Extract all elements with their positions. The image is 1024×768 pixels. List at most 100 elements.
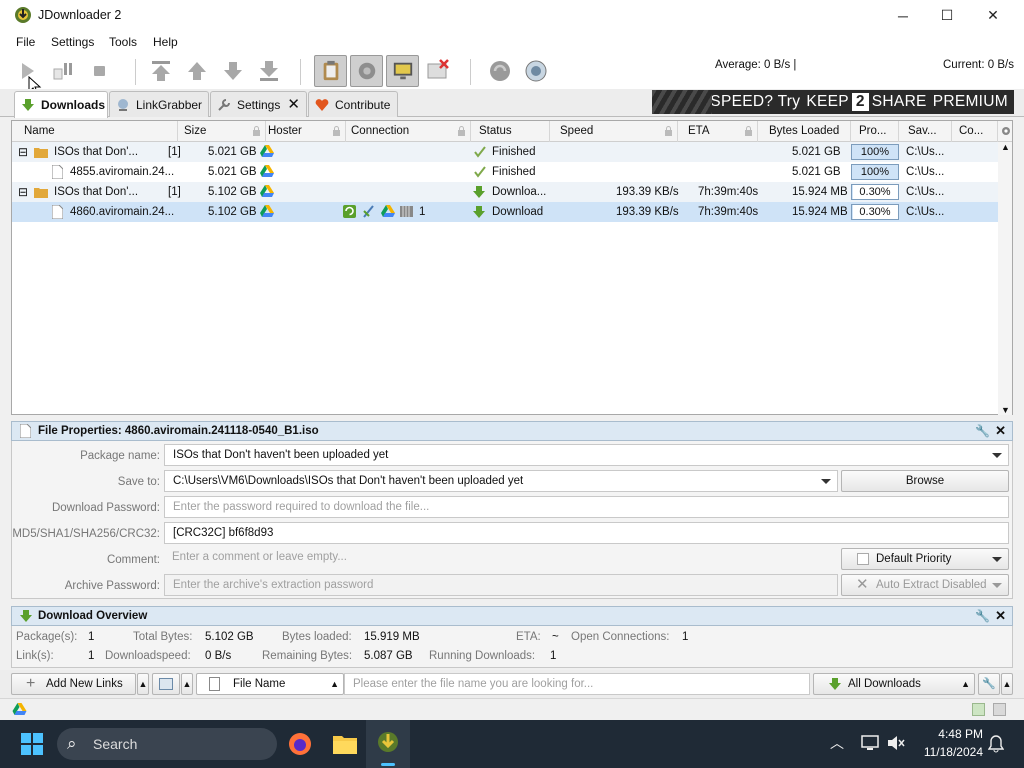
tab-linkgrabber[interactable]: LinkGrabber [109,91,209,117]
package-name-field[interactable]: ISOs that Don't haven't been uploaded ye… [164,444,1009,466]
network-icon[interactable] [861,735,879,751]
browse-button[interactable]: Browse [841,470,1009,492]
chevron-up-icon[interactable]: ︿ [830,733,844,753]
search-icon: ⌕ [67,734,77,753]
windows-start-icon[interactable] [20,732,44,756]
col-hoster[interactable]: Hoster [262,121,346,142]
move-top-icon[interactable] [149,59,173,83]
view-menu-button[interactable]: ▲ [181,673,193,695]
table-row[interactable]: 4855.aviromain.24... 5.021 GB Finished 5… [12,162,998,182]
scroll-up-icon[interactable]: ▲ [1001,142,1010,152]
clear-finished-icon[interactable] [426,58,450,82]
col-progress[interactable]: Pro... [853,121,899,142]
row-speed: 193.39 KB/s [616,206,679,218]
col-save-to[interactable]: Sav... [902,121,952,142]
wrench-icon[interactable]: 🔧 [975,422,990,440]
close-tab-icon[interactable]: ✕ [287,95,300,113]
col-bytes-loaded[interactable]: Bytes Loaded [763,121,851,142]
stop-downloads-icon[interactable] [88,59,112,83]
reconnect-now-icon[interactable] [488,59,512,83]
eta-label: ETA: [516,631,541,643]
banner-share: SHARE [871,93,927,110]
file-icon [52,165,63,179]
auto-reconnect-button[interactable] [350,55,383,87]
status-menu-icon[interactable] [993,703,1006,716]
file-properties-title: File Properties: 4860.aviromain.241118-0… [38,425,319,437]
col-size[interactable]: Size [178,121,266,142]
move-down-icon[interactable] [221,59,245,83]
update-icon[interactable] [524,59,548,83]
connection-icon [363,205,374,218]
row-save-to: C:\Us... [906,206,945,218]
firefox-icon[interactable] [288,732,312,756]
wrench-icon[interactable]: 🔧 [975,607,990,625]
col-comment[interactable]: Co... [953,121,998,142]
close-panel-icon[interactable]: ✕ [995,607,1006,625]
col-speed[interactable]: Speed [554,121,678,142]
download-arrow-icon [829,678,841,690]
move-bottom-icon[interactable] [257,59,281,83]
file-icon [209,677,220,691]
menu-tools[interactable]: Tools [109,35,137,49]
collapse-icon[interactable]: ⊟ [18,142,28,162]
close-window-button[interactable]: ✕ [970,0,1016,31]
downloadspeed-label: Downloadspeed: [105,650,191,662]
file-search-input[interactable]: Please enter the file name you are looki… [344,673,810,695]
add-new-links-button[interactable]: + Add New Links [11,673,136,695]
premium-banner[interactable]: NEED SPEED? Try KEEP 2 SHARE PREMIUM [652,90,1014,114]
tab-contribute[interactable]: Contribute [308,91,398,117]
table-row-selected[interactable]: 4860.aviromain.24... 5.102 GB 1 Download… [12,202,998,222]
taskbar-search[interactable]: ⌕ Search [57,728,277,760]
save-to-field[interactable]: C:\Users\VM6\Downloads\ISOs that Don't h… [164,470,838,492]
linkgrabber-icon [118,98,128,111]
chunks-icon [400,206,413,217]
priority-dropdown[interactable]: Default Priority [841,548,1009,570]
move-up-icon[interactable] [185,59,209,83]
tab-downloads[interactable]: Downloads [14,91,108,118]
clock-date[interactable]: 11/18/2024 [911,745,983,759]
col-eta[interactable]: ETA [682,121,758,142]
file-explorer-icon[interactable] [332,732,358,756]
collapse-icon[interactable]: ⊟ [18,182,28,202]
menu-file[interactable]: File [16,35,35,49]
archive-password-field[interactable]: Enter the archive's extraction password [164,574,838,596]
minimize-button[interactable]: ─ [880,0,926,31]
view-options-button[interactable] [152,673,180,695]
jdownloader-taskbar-button[interactable] [366,720,410,768]
comment-field[interactable]: Enter a comment or leave empty... [164,547,838,569]
col-status[interactable]: Status [473,121,550,142]
clipboard-observer-button[interactable] [314,55,347,87]
download-password-field[interactable]: Enter the password required to download … [164,496,1009,518]
column-settings-icon[interactable] [1001,126,1011,136]
tab-label: Contribute [335,97,391,112]
menu-help[interactable]: Help [153,35,178,49]
close-panel-icon[interactable]: ✕ [995,422,1006,440]
col-name[interactable]: Name [18,121,178,142]
pause-downloads-icon[interactable] [52,59,76,83]
volume-muted-icon[interactable] [887,735,905,751]
add-links-menu-button[interactable]: ▲ [137,673,149,695]
status-indicator-icon[interactable] [972,703,985,716]
table-row[interactable]: ⊟ ISOs that Don'... [1] 5.102 GB Downloa… [12,182,998,202]
row-eta: 7h:39m:40s [698,186,759,198]
col-connection[interactable]: Connection [345,121,471,142]
open-connections-label: Open Connections: [571,631,670,643]
clock-time[interactable]: 4:48 PM [921,727,983,741]
search-field-selector[interactable]: File Name ▲ [196,673,344,695]
eta-value: ~ [552,631,559,643]
scroll-down-icon[interactable]: ▼ [1001,405,1010,415]
downloads-table: Name Size Hoster Connection Status Speed… [11,120,1013,415]
google-drive-icon [260,205,274,217]
all-downloads-filter[interactable]: All Downloads ▲ [813,673,975,695]
checksum-field[interactable]: [CRC32C] bf6f8d93 [164,522,1009,544]
table-row[interactable]: ⊟ ISOs that Don'... [1] 5.021 GB Finishe… [12,142,998,162]
silent-mode-button[interactable] [386,55,419,87]
auto-extract-dropdown[interactable]: ✕ Auto Extract Disabled [841,574,1009,596]
menu-settings[interactable]: Settings [51,35,94,49]
table-scrollbar[interactable]: ▲ ▼ [998,142,1012,415]
maximize-button[interactable]: ☐ [924,0,970,31]
tab-settings[interactable]: Settings ✕ [210,91,307,117]
quick-settings-menu-button[interactable]: ▲ [1001,673,1013,695]
quick-settings-button[interactable]: 🔧 [978,673,1000,695]
notification-bell-icon[interactable] [988,735,1004,753]
